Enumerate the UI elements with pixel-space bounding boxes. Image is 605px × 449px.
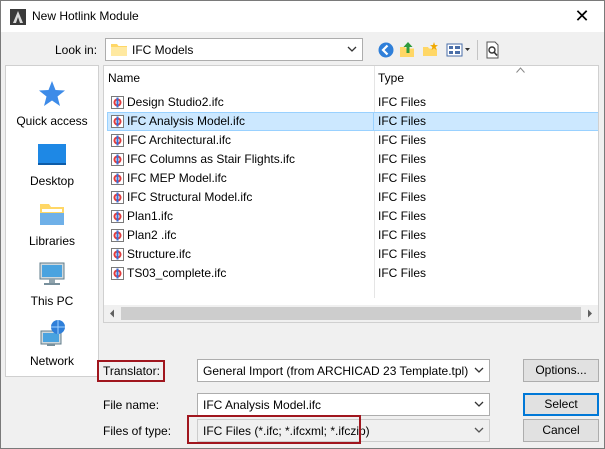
quick-access-icon (39, 81, 65, 106)
horizontal-scrollbar[interactable] (104, 305, 598, 322)
ifc-file-icon (111, 191, 124, 204)
this-pc-icon (39, 262, 65, 285)
close-button[interactable]: ✕ (560, 1, 604, 32)
ifc-file-icon (111, 229, 124, 242)
file-type: IFC Files (378, 266, 426, 280)
places-bar: Quick access Desktop Libraries This PC N… (5, 65, 99, 377)
file-name: IFC Architectural.ifc (127, 133, 232, 147)
ifc-file-icon (111, 210, 124, 223)
place-quick-access[interactable]: Quick access (6, 74, 98, 132)
up-folder-icon[interactable] (399, 41, 417, 59)
file-row[interactable]: IFC Structural Model.ifc IFC Files (104, 188, 598, 207)
sort-up-icon (516, 67, 525, 73)
file-row[interactable]: Design Studio2.ifc IFC Files (104, 93, 598, 112)
place-label: Quick access (16, 114, 88, 128)
ifc-file-icon (111, 172, 124, 185)
look-in-value: IFC Models (132, 43, 194, 57)
ifc-file-icon (111, 153, 124, 166)
dialog-window: New Hotlink Module ✕ Look in: IFC Models (0, 0, 605, 449)
options-button[interactable]: Options... (523, 359, 599, 382)
ifc-file-icon (111, 115, 124, 128)
preview-icon[interactable] (484, 41, 502, 59)
file-row[interactable]: IFC Columns as Stair Flights.ifc IFC File… (104, 150, 598, 169)
scroll-left-icon[interactable] (104, 305, 121, 322)
ifc-file-icon (111, 134, 124, 147)
toolbar-divider (477, 40, 478, 60)
file-row[interactable]: IFC Architectural.ifc IFC Files (104, 131, 598, 150)
column-header-type[interactable]: Type (374, 66, 404, 90)
view-menu-icon[interactable] (446, 41, 472, 59)
file-name: IFC Columns as Stair Flights.ifc (127, 152, 296, 166)
translator-combo[interactable]: General Import (from ARCHICAD 23 Templat… (197, 359, 490, 382)
file-name: Plan2 .ifc (127, 228, 177, 242)
back-icon[interactable] (377, 41, 395, 59)
archicad-app-icon (10, 9, 26, 25)
scrollbar-thumb[interactable] (121, 307, 581, 320)
file-name: IFC Structural Model.ifc (127, 190, 253, 204)
window-title: New Hotlink Module (32, 9, 139, 23)
place-label: This PC (30, 294, 74, 308)
place-this-pc[interactable]: This PC (6, 254, 98, 312)
file-type: IFC Files (378, 190, 426, 204)
file-name-combo[interactable]: IFC Analysis Model.ifc (197, 393, 490, 416)
file-row-selected[interactable]: IFC Analysis Model.ifc IFC Files (104, 112, 598, 131)
chevron-down-icon (474, 401, 484, 407)
files-of-type-highlight-box (187, 415, 361, 444)
place-desktop[interactable]: Desktop (6, 134, 98, 192)
look-in-label: Look in: (55, 43, 98, 57)
look-in-combo[interactable]: IFC Models (105, 38, 363, 61)
file-type: IFC Files (378, 247, 426, 261)
file-name: Structure.ifc (127, 247, 192, 261)
file-row[interactable]: TS03_complete.ifc IFC Files (104, 264, 598, 283)
chevron-down-icon (347, 46, 357, 52)
file-type: IFC Files (378, 133, 426, 147)
translator-label: Translator: (103, 364, 160, 378)
file-name: IFC MEP Model.ifc (127, 171, 227, 185)
ifc-file-icon (111, 267, 124, 280)
file-row[interactable]: Structure.ifc IFC Files (104, 245, 598, 264)
place-label: Network (29, 354, 74, 368)
file-name-value: IFC Analysis Model.ifc (203, 398, 322, 412)
column-header-name[interactable]: Name (104, 66, 140, 90)
libraries-icon (40, 204, 64, 225)
files-of-type-label: Files of type: (103, 424, 172, 438)
file-type: IFC Files (378, 228, 426, 242)
translator-value: General Import (from ARCHICAD 23 Templat… (203, 364, 469, 378)
close-icon: ✕ (574, 6, 590, 26)
scroll-right-icon[interactable] (581, 305, 598, 322)
ifc-file-icon (111, 248, 124, 261)
file-row[interactable]: Plan1.ifc IFC Files (104, 207, 598, 226)
ifc-file-icon (111, 96, 124, 109)
select-button[interactable]: Select (523, 393, 599, 416)
file-type: IFC Files (378, 95, 426, 109)
file-type: IFC Files (378, 209, 426, 223)
place-network[interactable]: Network (6, 314, 98, 372)
place-libraries[interactable]: Libraries (6, 194, 98, 252)
place-label: Libraries (28, 234, 76, 248)
place-label: Desktop (29, 174, 75, 188)
file-type: IFC Files (378, 114, 426, 128)
folder-icon (111, 44, 127, 56)
file-name: Plan1.ifc (127, 209, 174, 223)
file-row[interactable]: Plan2 .ifc IFC Files (104, 226, 598, 245)
file-row[interactable]: IFC MEP Model.ifc IFC Files (104, 169, 598, 188)
file-name: Design Studio2.ifc (127, 95, 224, 109)
file-type: IFC Files (378, 171, 426, 185)
network-icon (40, 320, 65, 346)
title-bar: New Hotlink Module ✕ (1, 1, 604, 32)
file-name: IFC Analysis Model.ifc (127, 114, 246, 128)
file-list[interactable]: Name Type Design Studio2.ifc IFC Files IFC… (103, 65, 599, 323)
file-name-label: File name: (103, 398, 160, 412)
chevron-down-icon (474, 367, 484, 373)
desktop-icon (38, 144, 66, 165)
chevron-down-icon (474, 427, 484, 433)
file-name: TS03_complete.ifc (127, 266, 227, 280)
new-folder-icon[interactable] (422, 41, 440, 59)
cancel-button[interactable]: Cancel (523, 419, 599, 442)
file-type: IFC Files (378, 152, 426, 166)
